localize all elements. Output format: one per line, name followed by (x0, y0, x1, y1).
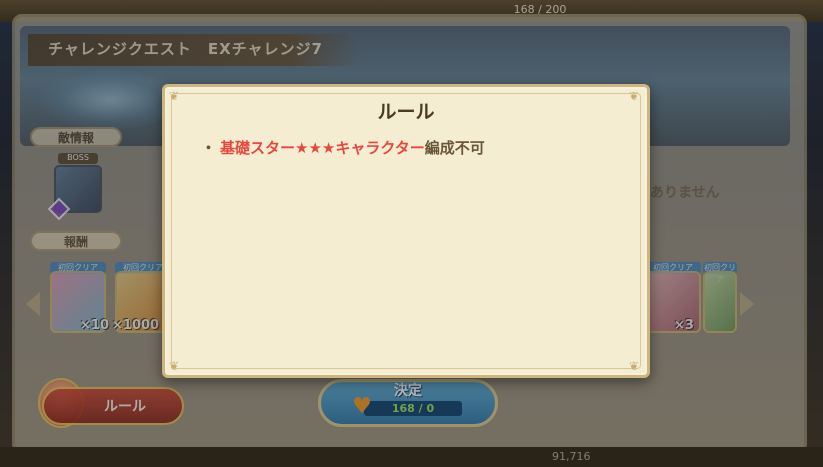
dialog-title: ルール (377, 101, 435, 123)
corner-ornament-icon: ❦ (629, 359, 640, 373)
rule-item: ・基礎スター★★★キャラクター編成不可 (201, 137, 485, 158)
rule-highlight-text: 基礎スター★★★キャラクター (220, 139, 425, 157)
dialog-frame (171, 93, 641, 369)
rule-bullet: ・ (201, 139, 217, 157)
corner-ornament-icon: ❦ (169, 359, 180, 373)
rule-dialog: ❦ ❦ ❦ ❦ ルール ・基礎スター★★★キャラクター編成不可 (162, 84, 650, 378)
rule-normal-text: 編成不可 (424, 139, 485, 157)
